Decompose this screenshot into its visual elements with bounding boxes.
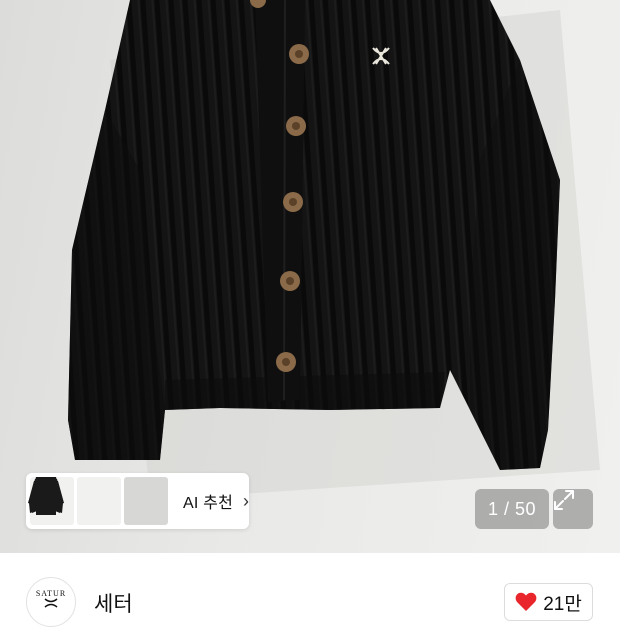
image-counter-text: 1 / 50	[487, 498, 537, 519]
ai-recommend-label: AI 추천	[183, 495, 234, 512]
brand-name[interactable]: 세터	[94, 588, 133, 618]
like-count: 21만	[543, 593, 582, 615]
image-counter: 1 / 50	[475, 489, 549, 529]
like-button[interactable]: 21만	[504, 583, 593, 621]
chevron-right-icon: ›	[243, 490, 250, 511]
expand-icon	[554, 490, 574, 510]
product-image[interactable]: AI 추천 › 1 / 50	[0, 0, 620, 553]
ai-recommend-button[interactable]: AI 추천 ›	[26, 473, 249, 529]
brand-emblem-icon	[44, 597, 58, 608]
expand-image-button[interactable]	[553, 489, 593, 529]
heart-icon	[515, 592, 537, 611]
brand-logo-text: SATUR	[35, 588, 67, 598]
cardigan-illustration	[68, 0, 600, 500]
sweater-thumbnail-3[interactable]	[29, 477, 168, 525]
sweater-thumbnail-2[interactable]	[29, 477, 121, 525]
